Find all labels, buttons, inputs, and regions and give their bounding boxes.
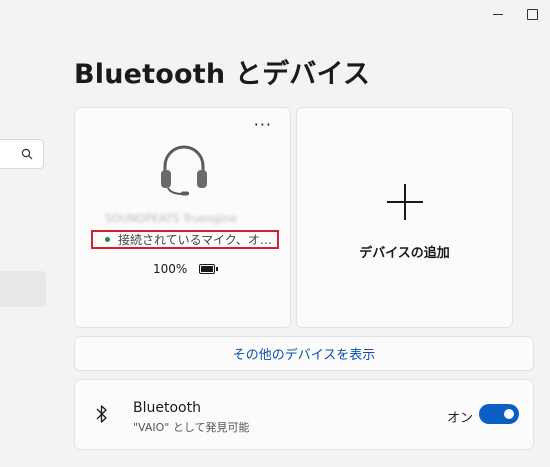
show-more-devices-button[interactable]: その他のデバイスを表示 — [74, 336, 534, 371]
device-card[interactable]: ··· SOUNDPEATS Truengine 接続されているマイク、オ… 1… — [74, 107, 291, 328]
search-input[interactable] — [0, 139, 44, 169]
connection-status: 接続されているマイク、オ… — [91, 230, 279, 249]
headset-icon — [161, 145, 207, 196]
device-name: SOUNDPEATS Truengine — [105, 212, 237, 225]
nav-item-selected[interactable] — [0, 271, 46, 307]
bluetooth-setting-row: Bluetooth "VAIO" として発見可能 オン — [74, 379, 534, 450]
connection-status-text: 接続されているマイク、オ… — [118, 233, 272, 247]
add-device-label: デバイスの追加 — [359, 246, 450, 261]
bluetooth-toggle[interactable] — [479, 404, 519, 424]
page-title: Bluetooth とデバイス — [74, 59, 371, 90]
search-icon — [21, 148, 33, 160]
bluetooth-icon — [96, 405, 107, 423]
battery-percent: 100% — [153, 262, 188, 276]
connected-dot-icon — [105, 237, 110, 242]
maximize-button[interactable] — [515, 0, 550, 28]
bluetooth-title: Bluetooth — [133, 400, 201, 416]
window-controls — [480, 0, 550, 28]
add-device-card[interactable]: デバイスの追加 — [296, 107, 513, 328]
show-more-devices-label: その他のデバイスを表示 — [232, 348, 376, 363]
more-options-button[interactable]: ··· — [254, 117, 272, 133]
minimize-icon — [492, 13, 503, 15]
battery-status: 100% — [153, 262, 219, 276]
battery-icon — [199, 264, 219, 274]
plus-icon — [386, 184, 423, 220]
minimize-button[interactable] — [480, 0, 515, 28]
bluetooth-subtitle: "VAIO" として発見可能 — [133, 421, 250, 434]
toggle-knob — [504, 409, 514, 419]
bluetooth-toggle-label: オン — [447, 411, 474, 426]
maximize-icon — [527, 8, 538, 20]
